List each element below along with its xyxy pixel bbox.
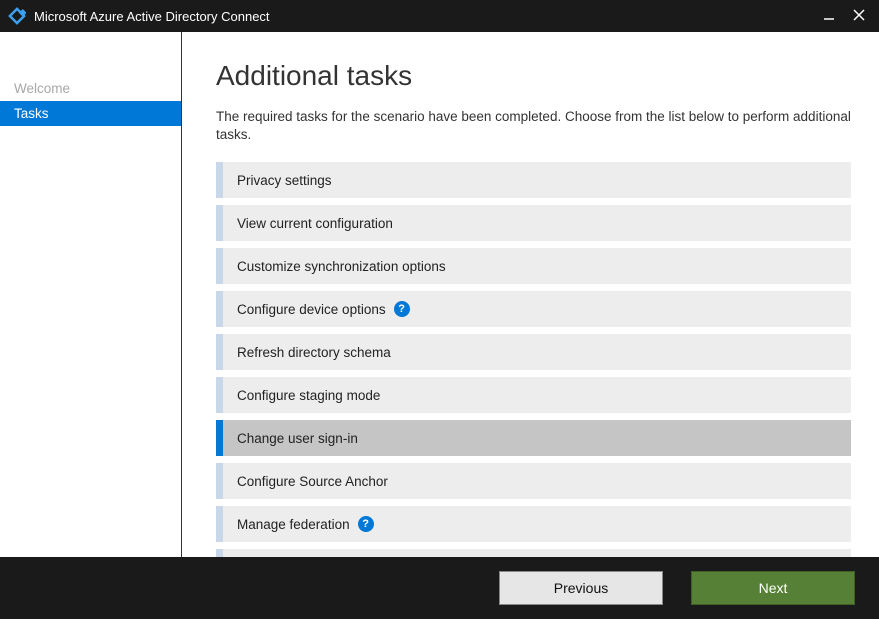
task-configure-source-anchor[interactable]: Configure Source Anchor	[216, 463, 851, 499]
task-stripe	[216, 463, 223, 499]
help-icon[interactable]: ?	[358, 516, 374, 532]
task-stripe	[216, 334, 223, 370]
task-configure-device-options[interactable]: Configure device options ?	[216, 291, 851, 327]
task-label: Change user sign-in	[237, 431, 358, 446]
task-customize-synchronization-options[interactable]: Customize synchronization options	[216, 248, 851, 284]
footer: Previous Next	[0, 557, 879, 619]
body-area: Welcome Tasks Additional tasks The requi…	[0, 32, 879, 557]
task-stripe	[216, 248, 223, 284]
task-stripe	[216, 549, 223, 557]
task-stripe	[216, 420, 223, 456]
task-manage-federation[interactable]: Manage federation ?	[216, 506, 851, 542]
previous-button[interactable]: Previous	[499, 571, 663, 605]
main-panel: Additional tasks The required tasks for …	[182, 32, 879, 557]
page-title: Additional tasks	[216, 60, 851, 92]
task-label: Refresh directory schema	[237, 345, 391, 360]
task-list: Privacy settings View current configurat…	[216, 162, 851, 557]
sidebar-item-label: Tasks	[14, 106, 49, 121]
task-troubleshoot[interactable]: Troubleshoot	[216, 549, 851, 557]
task-label: Configure Source Anchor	[237, 474, 388, 489]
sidebar-item-label: Welcome	[14, 81, 70, 96]
task-label: Customize synchronization options	[237, 259, 446, 274]
task-stripe	[216, 291, 223, 327]
task-label: View current configuration	[237, 216, 393, 231]
task-label: Privacy settings	[237, 173, 332, 188]
next-button[interactable]: Next	[691, 571, 855, 605]
task-stripe	[216, 205, 223, 241]
task-stripe	[216, 506, 223, 542]
sidebar-item-tasks[interactable]: Tasks	[0, 101, 181, 126]
task-label: Manage federation	[237, 517, 350, 532]
task-label: Configure device options	[237, 302, 386, 317]
minimize-button[interactable]	[823, 9, 835, 23]
task-refresh-directory-schema[interactable]: Refresh directory schema	[216, 334, 851, 370]
close-button[interactable]	[853, 9, 865, 23]
sidebar-item-welcome[interactable]: Welcome	[0, 76, 181, 101]
window-title: Microsoft Azure Active Directory Connect	[34, 9, 823, 24]
window-controls	[823, 9, 871, 23]
task-label: Configure staging mode	[237, 388, 380, 403]
task-stripe	[216, 162, 223, 198]
task-configure-staging-mode[interactable]: Configure staging mode	[216, 377, 851, 413]
task-privacy-settings[interactable]: Privacy settings	[216, 162, 851, 198]
task-stripe	[216, 377, 223, 413]
task-change-user-sign-in[interactable]: Change user sign-in	[216, 420, 851, 456]
app-logo-icon	[8, 7, 26, 25]
page-description: The required tasks for the scenario have…	[216, 108, 851, 144]
task-view-current-configuration[interactable]: View current configuration	[216, 205, 851, 241]
sidebar: Welcome Tasks	[0, 32, 182, 557]
titlebar: Microsoft Azure Active Directory Connect	[0, 0, 879, 32]
help-icon[interactable]: ?	[394, 301, 410, 317]
